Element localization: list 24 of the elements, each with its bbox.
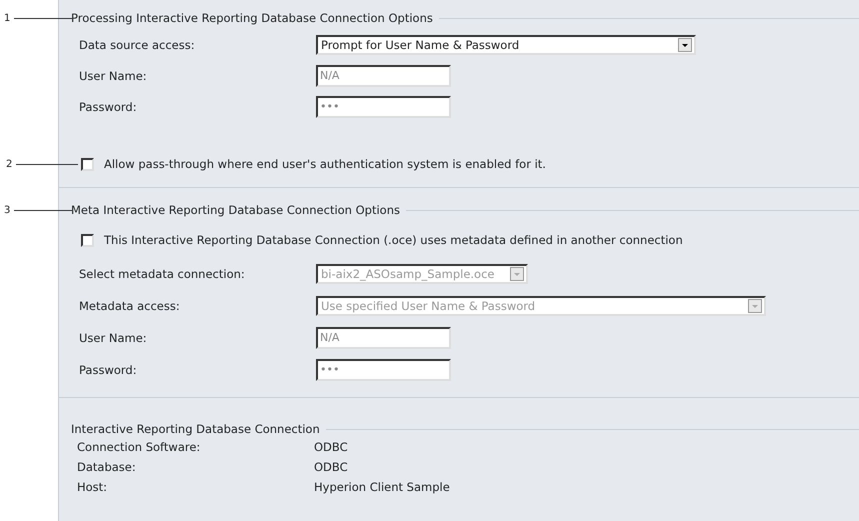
checkbox[interactable] [81,234,94,246]
callout-number: 3 [3,204,12,216]
field-label: Select metadata connection: [79,267,246,281]
info-value: ODBC [314,440,348,454]
section-title: Meta Interactive Reporting Database Connection Options [71,203,401,217]
section-title: Interactive Reporting Database Connection [71,422,321,436]
section-title: Processing Interactive Reporting Database Connection Options [71,11,434,25]
field-label: User Name: [79,331,148,345]
callout-number: 2 [5,158,14,170]
info-label: Host: [77,480,108,494]
checkbox-label: This Interactive Reporting Database Connection (.oce) uses metadata defined in another connection [104,233,683,247]
info-label: Database: [77,460,137,474]
field-label: User Name: [79,69,148,83]
field-label: Metadata access: [79,299,181,313]
field-label: Password: [79,100,138,114]
callout-number: 1 [3,12,12,24]
info-value: ODBC [314,460,348,474]
checkbox-label: Allow pass-through where end user's authentication system is enabled for it. [104,157,546,171]
info-label: Connection Software: [77,440,202,454]
checkbox[interactable] [81,158,94,170]
dropdown[interactable]: Prompt for User Name & Password [316,35,696,55]
field-label: Password: [79,363,138,377]
field-label: Data source access: [79,38,196,52]
info-value: Hyperion Client Sample [314,480,450,494]
